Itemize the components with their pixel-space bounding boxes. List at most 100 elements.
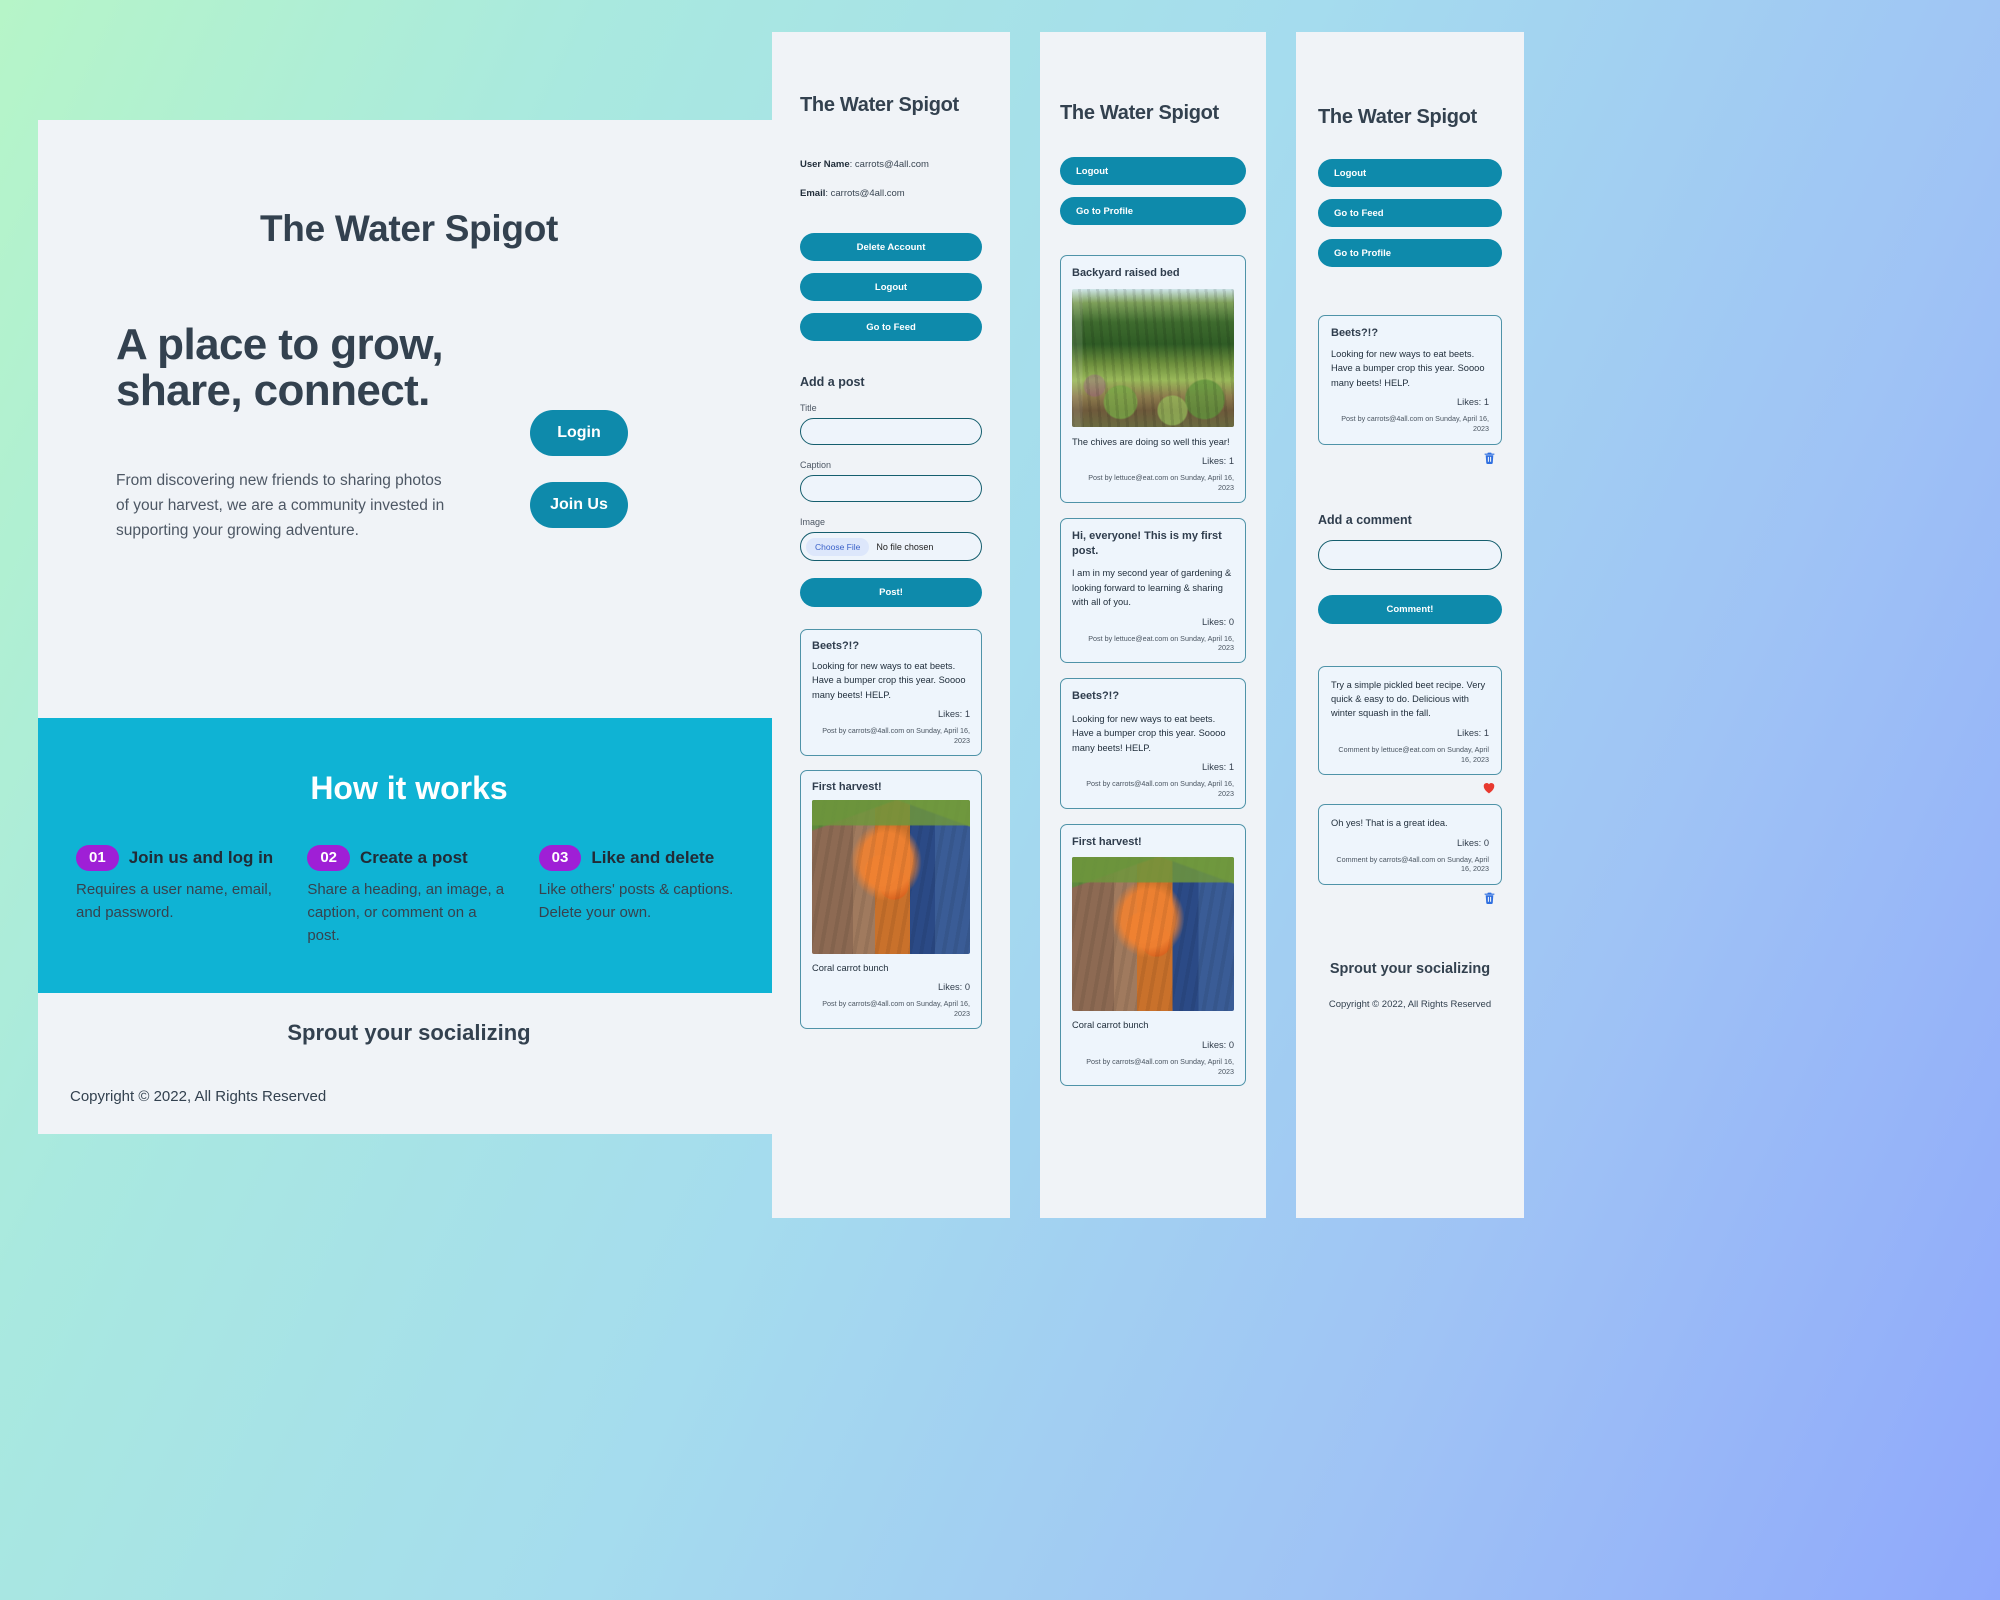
post-card: Beets?!? Looking for new ways to eat bee…: [1318, 315, 1502, 445]
post-card[interactable]: Beets?!? Looking for new ways to eat bee…: [800, 629, 982, 756]
screenshot-stage: The Water Spigot A place to grow, share,…: [0, 0, 2000, 1600]
post-likes: Likes: 0: [1201, 1039, 1234, 1050]
hero-subtext: From discovering new friends to sharing …: [116, 471, 445, 539]
caption-input[interactable]: [800, 475, 982, 502]
step-item-02: 02 Create a post Share a heading, an ima…: [293, 845, 524, 947]
landing-tagline: Sprout your socializing: [287, 1020, 531, 1045]
post-title: First harvest!: [812, 780, 882, 793]
post-likes: Likes: 1: [1201, 762, 1234, 773]
post-image-carrots: [1072, 857, 1234, 1012]
comments-list: Try a simple pickled beet recipe. Very q…: [1318, 665, 1502, 906]
how-it-works-columns: 01 Join us and log in Requires a user na…: [38, 807, 780, 947]
step-description: Share a heading, an image, a caption, or…: [307, 881, 505, 944]
landing-page-panel: The Water Spigot A place to grow, share,…: [38, 120, 780, 1134]
choose-file-button[interactable]: Choose File: [806, 537, 870, 556]
add-comment-title: Add a comment: [1318, 512, 1412, 527]
title-input[interactable]: [800, 418, 982, 445]
profile-posts-list: Beets?!? Looking for new ways to eat bee…: [800, 629, 982, 1029]
add-post-section-title: Add a post: [800, 375, 865, 389]
post-likes: Likes: 1: [937, 709, 970, 720]
step-heading: Create a post: [360, 848, 468, 867]
logout-button[interactable]: Logout: [800, 273, 982, 301]
comment-card: Oh yes! That is a great idea. Likes: 0 C…: [1318, 804, 1502, 886]
comment-submit-button[interactable]: Comment!: [1318, 594, 1502, 624]
join-us-button[interactable]: Join Us: [530, 482, 628, 528]
post-detail-copyright: Copyright © 2022, All Rights Reserved: [1328, 999, 1492, 1011]
trash-icon[interactable]: [1483, 891, 1496, 905]
how-it-works-section: How it works 01 Join us and log in Requi…: [38, 718, 780, 993]
email-value: carrots@4all.com: [830, 188, 905, 199]
comment-actions-row: [1318, 885, 1502, 905]
file-input[interactable]: Choose File No file chosen: [800, 532, 982, 561]
post-card[interactable]: Beets?!? Looking for new ways to eat bee…: [1060, 678, 1246, 809]
comment-body: Oh yes! That is a great idea.: [1331, 818, 1448, 829]
logout-button[interactable]: Logout: [1060, 157, 1246, 185]
caption-field-group: Caption: [800, 460, 982, 502]
comment-likes: Likes: 0: [1456, 837, 1489, 848]
feed-posts-list: Backyard raised bed The chives are doing…: [1060, 255, 1246, 1087]
feed-brand-title: The Water Spigot: [1060, 102, 1219, 124]
post-likes: Likes: 1: [1456, 397, 1489, 408]
post-title: First harvest!: [1072, 835, 1142, 848]
comment-meta: Comment by carrots@4all.com on Sunday, A…: [1336, 854, 1489, 874]
post-card[interactable]: First harvest! Coral carrot bunch Likes:…: [1060, 823, 1246, 1087]
trash-icon[interactable]: [1483, 451, 1496, 465]
post-card[interactable]: First harvest! Coral carrot bunch Likes:…: [800, 769, 982, 1029]
go-to-profile-button[interactable]: Go to Profile: [1318, 239, 1502, 267]
step-number-badge: 02: [307, 845, 351, 871]
post-meta: Post by carrots@4all.com on Sunday, Apri…: [1086, 779, 1234, 798]
step-header: 02 Create a post: [307, 845, 510, 871]
landing-copyright: Copyright © 2022, All Rights Reserved: [70, 1088, 327, 1105]
delete-account-button[interactable]: Delete Account: [800, 233, 982, 261]
image-field-label: Image: [800, 517, 826, 527]
step-heading: Like and delete: [591, 848, 715, 867]
post-card[interactable]: Hi, everyone! This is my first post. I a…: [1060, 517, 1246, 664]
no-file-chosen-label: No file chosen: [876, 541, 934, 552]
step-heading: Join us and log in: [128, 848, 274, 867]
post-image-carrots: [812, 799, 970, 954]
comment-card: Try a simple pickled beet recipe. Very q…: [1318, 665, 1502, 776]
logout-button[interactable]: Logout: [1318, 159, 1502, 187]
step-description: Like others' posts & captions. Delete yo…: [538, 881, 734, 921]
comment-likes: Likes: 1: [1456, 727, 1489, 738]
post-image-garden: [1072, 288, 1234, 427]
post-caption: Coral carrot bunch: [1072, 1020, 1149, 1031]
step-header: 01 Join us and log in: [76, 845, 279, 871]
email-label: Email: [800, 188, 826, 199]
post-body: Looking for new ways to eat beets. Have …: [1072, 713, 1226, 753]
comment-body: Try a simple pickled beet recipe. Very q…: [1331, 679, 1486, 719]
step-number-badge: 03: [538, 845, 582, 871]
go-to-profile-button[interactable]: Go to Profile: [1060, 197, 1246, 225]
hero-section: A place to grow, share, connect. From di…: [38, 322, 780, 543]
step-description: Requires a user name, email, and passwor…: [76, 881, 272, 921]
post-title: Beets?!?: [1331, 327, 1379, 339]
user-name-row: User Name: carrots@4all.com: [800, 159, 982, 170]
go-to-feed-button[interactable]: Go to Feed: [800, 313, 982, 341]
login-button[interactable]: Login: [530, 410, 628, 456]
post-submit-button[interactable]: Post!: [800, 578, 982, 607]
post-caption: Coral carrot bunch: [812, 962, 889, 973]
title-field-label: Title: [800, 403, 817, 413]
comment-item: Oh yes! That is a great idea. Likes: 0 C…: [1318, 804, 1502, 905]
hero-headline: A place to grow, share, connect.: [116, 320, 444, 415]
step-item-03: 03 Like and delete Like others' posts & …: [525, 845, 756, 947]
go-to-feed-button[interactable]: Go to Feed: [1318, 199, 1502, 227]
post-body: Looking for new ways to eat beets. Have …: [1331, 349, 1485, 388]
comment-input[interactable]: [1318, 539, 1502, 570]
title-field-group: Title: [800, 403, 982, 445]
post-likes: Likes: 0: [937, 982, 970, 993]
post-card[interactable]: Backyard raised bed The chives are doing…: [1060, 255, 1246, 503]
step-number-badge: 01: [76, 845, 119, 871]
post-title: Beets?!?: [1072, 690, 1120, 703]
post-title: Backyard raised bed: [1072, 267, 1180, 279]
comment-meta: Comment by lettuce@eat.com on Sunday, Ap…: [1338, 744, 1489, 764]
comment-actions-row: [1318, 775, 1502, 794]
caption-field-label: Caption: [800, 460, 832, 470]
image-field-group: Image Choose File No file chosen: [800, 517, 982, 561]
post-detail-buttons-group: Logout Go to Feed Go to Profile: [1318, 159, 1502, 267]
post-detail-tagline: Sprout your socializing: [1329, 961, 1491, 978]
post-body: The chives are doing so well this year!: [1072, 436, 1230, 447]
heart-icon[interactable]: [1482, 781, 1496, 794]
feed-buttons-group: Logout Go to Profile: [1060, 157, 1246, 225]
comment-item: Try a simple pickled beet recipe. Very q…: [1318, 665, 1502, 795]
